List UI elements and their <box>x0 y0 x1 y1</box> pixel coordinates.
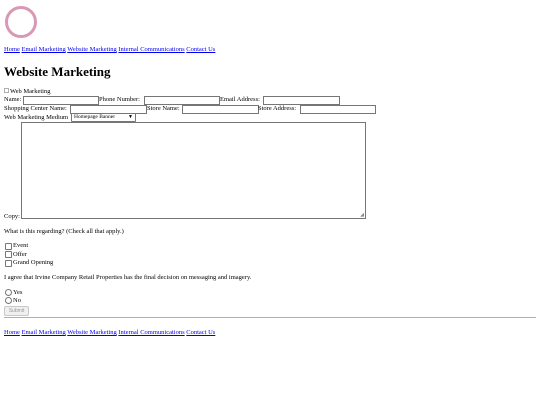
checkbox-event-label: Event <box>13 242 29 249</box>
nav-link-email-marketing[interactable]: Email Marketing <box>22 46 66 53</box>
top-nav: Home Email Marketing Website Marketing I… <box>4 46 215 54</box>
medium-select[interactable]: Homepage Banner ▼ <box>71 113 136 122</box>
footer-divider <box>4 317 536 318</box>
store-name-label: Store Name: <box>147 105 180 112</box>
checkbox-offer[interactable] <box>5 251 12 258</box>
checkbox-grand-opening-label: Grand Opening <box>13 259 54 266</box>
store-name-field[interactable] <box>182 105 259 114</box>
footer-link-internal-communications[interactable]: Internal Communications <box>118 329 184 336</box>
store-address-label: Store Address: <box>258 105 297 112</box>
regarding-question: What is this regarding? (Check all that … <box>4 228 124 235</box>
nav-link-website-marketing[interactable]: Website Marketing <box>67 46 116 53</box>
copy-textarea[interactable]: ◢ <box>21 122 366 219</box>
chevron-down-icon: ▼ <box>128 115 133 120</box>
email-label: Email Address: <box>220 96 260 103</box>
name-label: Name: <box>4 96 22 103</box>
footer-link-home[interactable]: Home <box>4 329 20 336</box>
email-field[interactable] <box>263 96 340 105</box>
nav-link-contact-us[interactable]: Contact Us <box>186 46 215 53</box>
nav-link-home[interactable]: Home <box>4 46 20 53</box>
checkbox-grand-opening[interactable] <box>5 260 12 267</box>
radio-no[interactable] <box>5 297 12 304</box>
checkbox-offer-label: Offer <box>13 251 27 258</box>
store-address-field[interactable] <box>300 105 376 114</box>
broken-image-icon <box>4 88 9 93</box>
shopping-center-label: Shopping Center Name: <box>4 105 67 112</box>
radio-no-label: No <box>13 297 21 304</box>
image-alt-text: Web Marketing <box>10 88 51 95</box>
footer-link-contact-us[interactable]: Contact Us <box>186 329 215 336</box>
phone-field[interactable] <box>144 96 220 105</box>
footer-link-email-marketing[interactable]: Email Marketing <box>22 329 66 336</box>
page-title: Website Marketing <box>4 64 111 79</box>
copy-label: Copy: <box>4 213 20 220</box>
checkbox-event[interactable] <box>5 243 12 250</box>
radio-yes[interactable] <box>5 289 12 296</box>
phone-label: Phone Number: <box>99 96 140 103</box>
agreement-text: I agree that Irvine Company Retail Prope… <box>4 274 252 281</box>
medium-selected-value: Homepage Banner <box>74 114 116 120</box>
resize-grip-icon[interactable]: ◢ <box>360 212 364 218</box>
medium-label: Web Marketing Medium <box>4 114 69 121</box>
radio-yes-label: Yes <box>13 289 23 296</box>
footer-nav: Home Email Marketing Website Marketing I… <box>4 329 215 337</box>
nav-link-internal-communications[interactable]: Internal Communications <box>118 46 184 53</box>
submit-button[interactable]: Submit <box>4 306 29 316</box>
name-field[interactable] <box>23 96 99 105</box>
footer-link-website-marketing[interactable]: Website Marketing <box>67 329 116 336</box>
logo-ring-icon <box>5 6 37 38</box>
